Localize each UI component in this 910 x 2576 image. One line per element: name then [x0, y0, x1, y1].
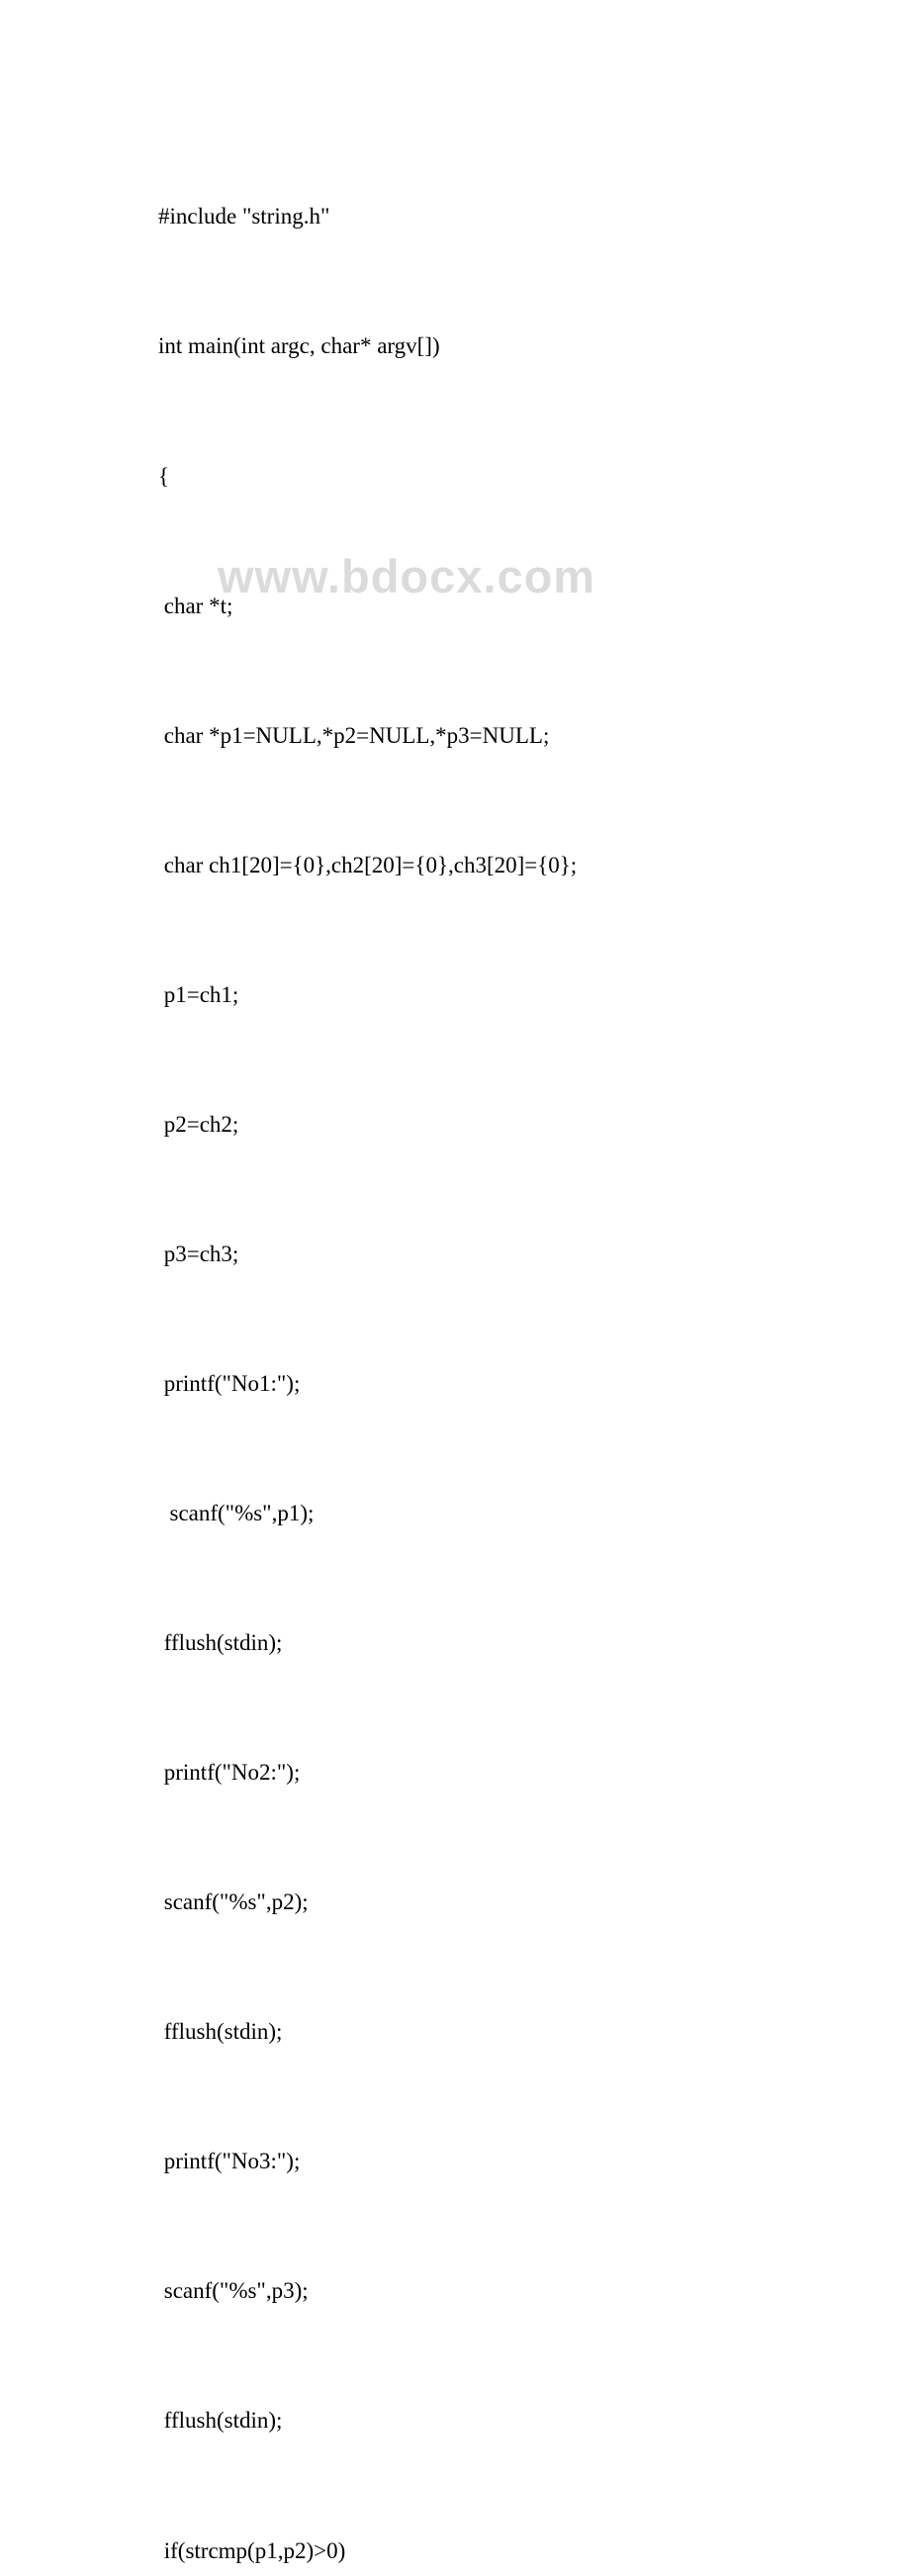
- code-line: p2=ch2;: [158, 1103, 910, 1147]
- code-line: #include "string.h": [158, 195, 910, 238]
- code-line: printf("No1:");: [158, 1362, 910, 1406]
- code-line: scanf("%s",p3);: [158, 2269, 910, 2313]
- code-line: scanf("%s",p1);: [158, 1492, 910, 1535]
- code-line: fflush(stdin);: [158, 2399, 910, 2442]
- code-line: printf("No3:");: [158, 2140, 910, 2183]
- code-line: char *t;: [158, 585, 910, 628]
- code-line: fflush(stdin);: [158, 2010, 910, 2054]
- code-line: int main(int argc, char* argv[]): [158, 324, 910, 368]
- code-line: scanf("%s",p2);: [158, 1881, 910, 1924]
- code-line: if(strcmp(p1,p2)>0): [158, 2530, 910, 2573]
- code-line: printf("No2:");: [158, 1751, 910, 1794]
- code-block: #include "string.h" int main(int argc, c…: [158, 109, 910, 2576]
- code-line: char ch1[20]={0},ch2[20]={0},ch3[20]={0}…: [158, 844, 910, 887]
- code-line: p3=ch3;: [158, 1233, 910, 1276]
- code-line: p1=ch1;: [158, 973, 910, 1017]
- code-line: char *p1=NULL,*p2=NULL,*p3=NULL;: [158, 714, 910, 758]
- code-line: {: [158, 455, 910, 499]
- code-line: fflush(stdin);: [158, 1621, 910, 1665]
- document-page: www.bdocx.com #include "string.h" int ma…: [0, 0, 910, 1288]
